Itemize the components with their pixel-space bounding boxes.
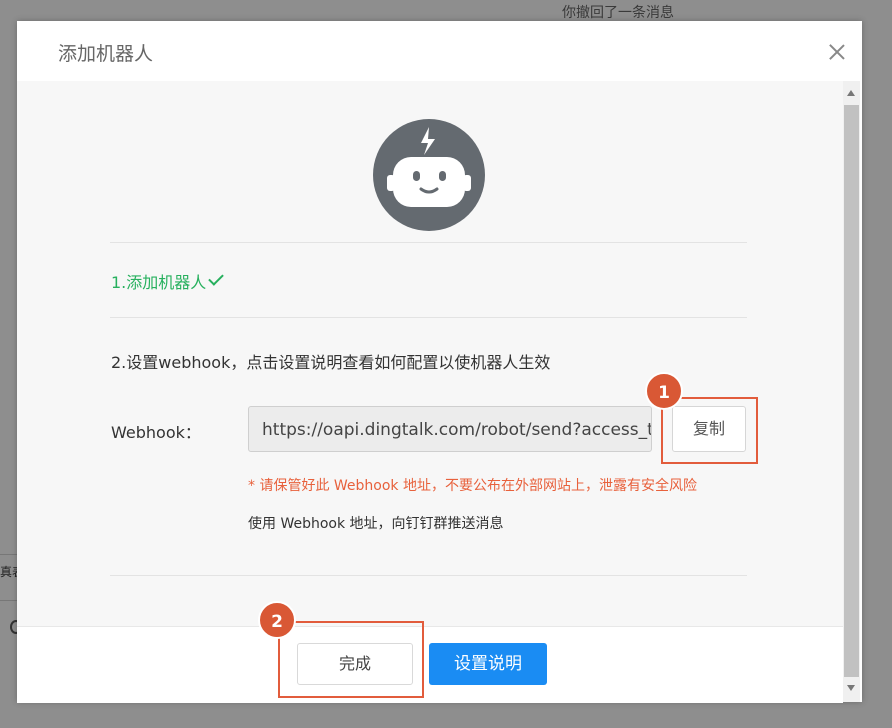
highlight-box [278, 621, 424, 698]
robot-icon [373, 119, 485, 231]
check-icon [208, 270, 225, 286]
dialog-title: 添加机器人 [58, 43, 154, 65]
webhook-label: Webhook： [111, 423, 201, 442]
background-toast: 你撤回了一条消息 [562, 5, 674, 21]
step2-label: 2.设置webhook，点击设置说明查看如何配置以使机器人生效 [111, 353, 551, 372]
divider [110, 575, 747, 576]
divider [110, 242, 747, 243]
background-divider [0, 554, 18, 555]
highlight-box [661, 397, 758, 464]
annotation-badge: 2 [258, 601, 296, 639]
background-divider [0, 600, 18, 601]
close-icon[interactable] [826, 41, 848, 63]
usage-hint: 使用 Webhook 地址，向钉钉群推送消息 [248, 516, 504, 532]
webhook-field[interactable]: https://oapi.dingtalk.com/robot/send?acc… [248, 406, 652, 452]
step1-text: 1.添加机器人 [111, 273, 207, 292]
dialog-scrollbar[interactable] [843, 81, 860, 702]
scroll-down-icon[interactable] [847, 685, 855, 691]
divider [110, 317, 747, 318]
scroll-thumb[interactable] [844, 105, 859, 677]
annotation-badge: 1 [645, 372, 683, 410]
help-button[interactable]: 设置说明 [429, 643, 547, 685]
dialog-body: 1.添加机器人 2.设置webhook，点击设置说明查看如何配置以使机器人生效 … [17, 81, 843, 626]
dialog-footer: 完成 设置说明 [17, 626, 843, 703]
scroll-up-icon[interactable] [847, 90, 855, 96]
security-warning: * 请保管好此 Webhook 地址，不要公布在外部网站上，泄露有安全风险 [248, 478, 697, 494]
dialog-header: 添加机器人 [17, 21, 862, 81]
step1-label: 1.添加机器人 [111, 269, 225, 293]
add-robot-dialog: 添加机器人 1.添加机器人 2.设置webhook，点击设置说明查看如何配置以使… [17, 21, 862, 703]
